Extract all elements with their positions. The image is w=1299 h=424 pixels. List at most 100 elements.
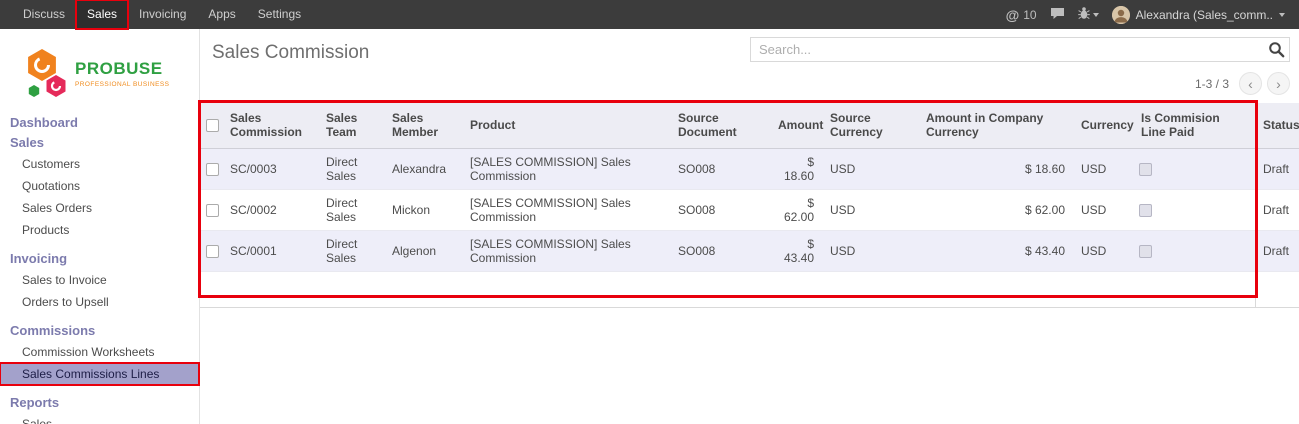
sidebar-item-orders-to-upsell[interactable]: Orders to Upsell: [0, 291, 199, 313]
table-row[interactable]: SC/0003 Direct Sales Alexandra [SALES CO…: [200, 148, 1299, 189]
cell-product: [SALES COMMISSION] Sales Commission: [462, 230, 670, 271]
chevron-down-icon: [1279, 13, 1285, 17]
cell-source-document: SO008: [670, 189, 770, 230]
cell-amount: $ 18.60: [770, 148, 822, 189]
col-sales-team[interactable]: Sales Team: [318, 103, 384, 148]
sidebar-item-sales-to-invoice[interactable]: Sales to Invoice: [0, 269, 199, 291]
sidebar: PROBUSE PROFESSIONAL BUSINESS Dashboard …: [0, 29, 200, 424]
sidebar-item-customers[interactable]: Customers: [0, 153, 199, 175]
col-is-commission-line-paid[interactable]: Is Commision Line Paid: [1133, 103, 1255, 148]
menu-discuss[interactable]: Discuss: [12, 0, 76, 29]
menu-settings[interactable]: Settings: [247, 0, 312, 29]
pager-next-button[interactable]: ›: [1267, 72, 1290, 95]
cell-sales-team: Direct Sales: [318, 148, 384, 189]
page-title: Sales Commission: [212, 42, 369, 64]
sidebar-item-sales-orders[interactable]: Sales Orders: [0, 197, 199, 219]
pager: 1-3 / 3 ‹ ›: [1195, 72, 1290, 95]
table-row[interactable]: SC/0001 Direct Sales Algenon [SALES COMM…: [200, 230, 1299, 271]
user-menu[interactable]: Alexandra (Sales_comm..: [1112, 6, 1285, 24]
cell-status: Draft: [1255, 148, 1299, 189]
col-amount[interactable]: Amount: [770, 103, 822, 148]
select-all-checkbox[interactable]: [206, 119, 219, 132]
col-product[interactable]: Product: [462, 103, 670, 148]
cell-amount: $ 62.00: [770, 189, 822, 230]
cell-sales-member: Mickon: [384, 189, 462, 230]
sidebar-group-sales: Sales Customers Quotations Sales Orders …: [0, 133, 199, 241]
sidebar-heading-commissions[interactable]: Commissions: [0, 321, 199, 341]
sidebar-nav: Dashboard Sales Customers Quotations Sal…: [0, 113, 199, 424]
sidebar-item-reports-sales[interactable]: Sales: [0, 413, 199, 424]
col-sales-commission[interactable]: Sales Commission: [222, 103, 318, 148]
messages-button[interactable]: [1050, 7, 1065, 23]
mention-count: 10: [1023, 8, 1036, 22]
pager-prev-button[interactable]: ‹: [1239, 72, 1262, 95]
table-row[interactable]: SC/0002 Direct Sales Mickon [SALES COMMI…: [200, 189, 1299, 230]
search-button[interactable]: [1268, 41, 1285, 61]
table-header-row: Sales Commission Sales Team Sales Member…: [200, 103, 1299, 148]
search-input[interactable]: [751, 38, 1289, 61]
cell-is-paid: [1133, 148, 1255, 189]
app-window: Discuss Sales Invoicing Apps Settings @ …: [0, 0, 1299, 424]
cell-sales-member: Alexandra: [384, 148, 462, 189]
row-checkbox[interactable]: [206, 245, 219, 258]
search-box: [750, 37, 1290, 62]
col-status[interactable]: Status: [1255, 103, 1299, 148]
paid-checkbox: [1139, 245, 1152, 258]
cell-source-currency: USD: [822, 148, 918, 189]
logo-title: PROBUSE: [75, 60, 169, 79]
row-select-cell[interactable]: [200, 148, 222, 189]
sidebar-item-products[interactable]: Products: [0, 219, 199, 241]
col-amount-company-currency[interactable]: Amount in Company Currency: [918, 103, 1073, 148]
paid-checkbox: [1139, 163, 1152, 176]
sidebar-group-reports: Reports Sales: [0, 393, 199, 424]
cell-source-currency: USD: [822, 230, 918, 271]
cell-sales-commission: SC/0001: [222, 230, 318, 271]
cell-status: Draft: [1255, 189, 1299, 230]
sidebar-heading-sales[interactable]: Sales: [0, 133, 199, 153]
main-content: Sales Commission 1-3 / 3 ‹ ›: [200, 29, 1299, 424]
col-source-currency[interactable]: Source Currency: [822, 103, 918, 148]
menu-sales[interactable]: Sales: [76, 0, 128, 29]
company-logo: PROBUSE PROFESSIONAL BUSINESS: [0, 29, 199, 113]
col-currency[interactable]: Currency: [1073, 103, 1133, 148]
app-menu: Discuss Sales Invoicing Apps Settings: [0, 0, 312, 29]
cell-sales-team: Direct Sales: [318, 230, 384, 271]
sidebar-group-commissions: Commissions Commission Worksheets Sales …: [0, 321, 199, 385]
cell-amount-company-currency: $ 62.00: [918, 189, 1073, 230]
cell-status: Draft: [1255, 230, 1299, 271]
mentions-counter[interactable]: @ 10: [1006, 7, 1037, 23]
debug-menu-button[interactable]: [1078, 6, 1099, 23]
topbar: Discuss Sales Invoicing Apps Settings @ …: [0, 0, 1299, 29]
select-all-cell[interactable]: [200, 103, 222, 148]
chevron-down-icon: [1093, 13, 1099, 17]
sidebar-item-dashboard[interactable]: Dashboard: [0, 113, 199, 133]
sidebar-heading-reports[interactable]: Reports: [0, 393, 199, 413]
avatar: [1112, 6, 1130, 24]
row-select-cell[interactable]: [200, 230, 222, 271]
cell-sales-commission: SC/0002: [222, 189, 318, 230]
sidebar-item-quotations[interactable]: Quotations: [0, 175, 199, 197]
cell-sales-member: Algenon: [384, 230, 462, 271]
col-sales-member[interactable]: Sales Member: [384, 103, 462, 148]
mention-icon: @: [1006, 7, 1020, 23]
sidebar-item-commission-worksheets[interactable]: Commission Worksheets: [0, 341, 199, 363]
cell-product: [SALES COMMISSION] Sales Commission: [462, 148, 670, 189]
cell-product: [SALES COMMISSION] Sales Commission: [462, 189, 670, 230]
sidebar-heading-invoicing[interactable]: Invoicing: [0, 249, 199, 269]
cell-source-document: SO008: [670, 230, 770, 271]
cell-currency: USD: [1073, 148, 1133, 189]
col-source-document[interactable]: Source Document: [670, 103, 770, 148]
sidebar-item-sales-commissions-lines[interactable]: Sales Commissions Lines: [0, 363, 199, 385]
logo-text: PROBUSE PROFESSIONAL BUSINESS: [75, 60, 169, 88]
sidebar-group-dashboard: Dashboard: [0, 113, 199, 133]
row-select-cell[interactable]: [200, 189, 222, 230]
menu-apps[interactable]: Apps: [197, 0, 246, 29]
cell-is-paid: [1133, 189, 1255, 230]
cell-amount-company-currency: $ 43.40: [918, 230, 1073, 271]
sidebar-group-invoicing: Invoicing Sales to Invoice Orders to Ups…: [0, 249, 199, 313]
row-checkbox[interactable]: [206, 163, 219, 176]
cell-sales-commission: SC/0003: [222, 148, 318, 189]
menu-invoicing[interactable]: Invoicing: [128, 0, 197, 29]
row-checkbox[interactable]: [206, 204, 219, 217]
cell-sales-team: Direct Sales: [318, 189, 384, 230]
